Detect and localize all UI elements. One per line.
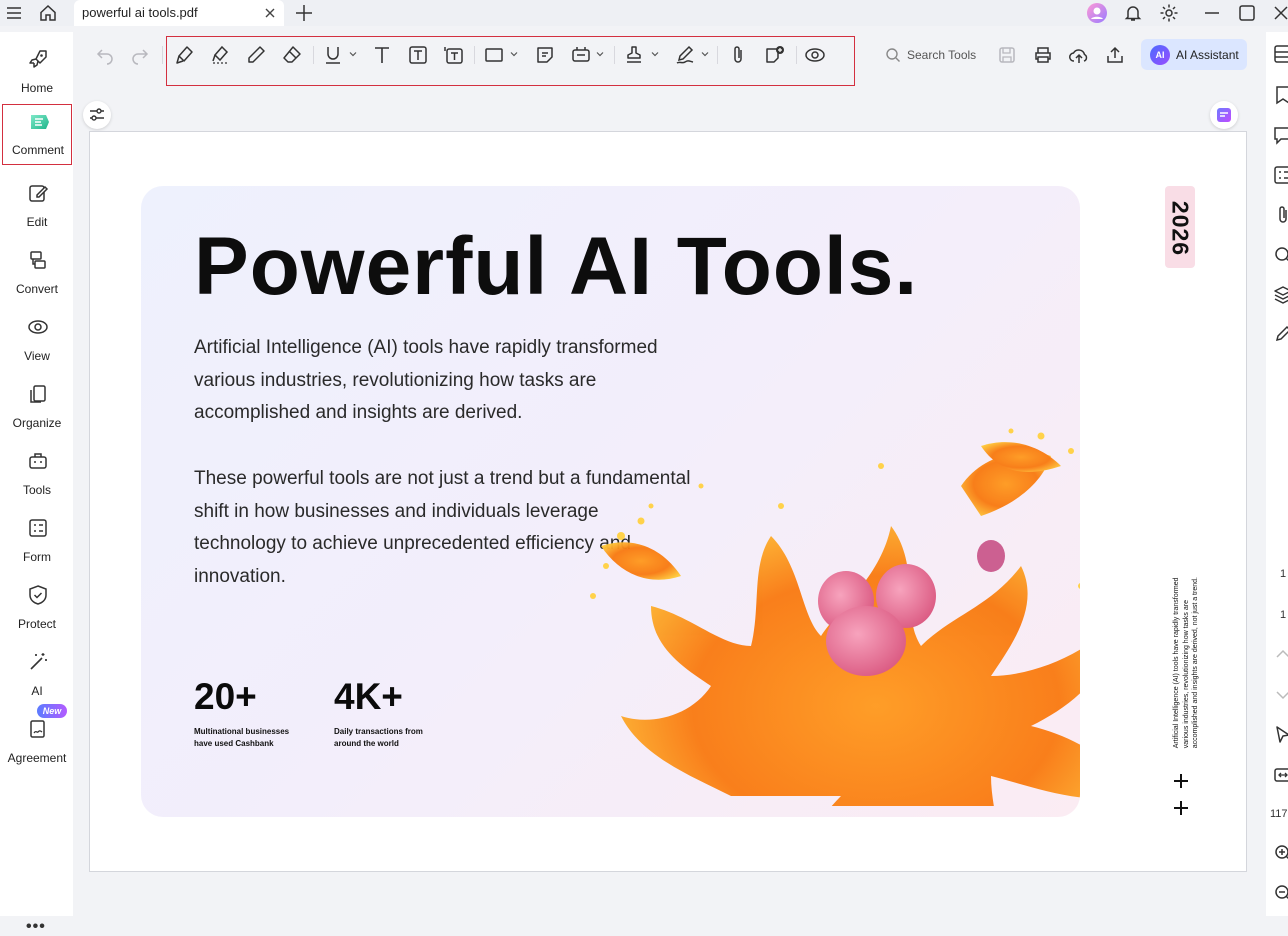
zoom-level[interactable]: 117 bbox=[1270, 808, 1288, 820]
sidebar-item-home[interactable]: Home bbox=[2, 38, 72, 102]
notes-icon bbox=[1215, 106, 1233, 124]
zoom-out-icon[interactable] bbox=[1272, 882, 1288, 904]
comment-icon bbox=[28, 110, 50, 132]
sidebar-item-label: Form bbox=[23, 550, 51, 564]
layers-panel-icon[interactable] bbox=[1272, 284, 1288, 306]
side-caption: Artificial Intelligence (AI) tools have … bbox=[1172, 577, 1199, 749]
sidebar-item-form[interactable]: Form bbox=[2, 507, 72, 571]
convert-icon bbox=[27, 249, 49, 271]
ai-badge-icon: AI bbox=[1150, 44, 1170, 65]
sidebar-item-label: Convert bbox=[15, 282, 59, 296]
total-page-number: 1 bbox=[1280, 609, 1287, 621]
cloud-upload-button[interactable] bbox=[1066, 42, 1092, 68]
side-caption-block: Artificial Intelligence (AI) tools have … bbox=[1171, 569, 1288, 748]
new-badge: New bbox=[37, 704, 67, 718]
minimize-icon[interactable] bbox=[1201, 2, 1223, 24]
new-tab-icon[interactable] bbox=[293, 2, 315, 24]
save-button[interactable] bbox=[994, 42, 1020, 68]
signature-panel-icon[interactable] bbox=[1272, 324, 1288, 346]
hero-card: Powerful AI Tools. Artificial Intelligen… bbox=[141, 186, 1080, 817]
sidebar-item-label: Agreement bbox=[7, 751, 67, 765]
stat-value: 20+ bbox=[194, 676, 257, 717]
fit-page-icon[interactable] bbox=[1272, 764, 1288, 786]
sidebar-item-view[interactable]: View bbox=[2, 306, 72, 370]
view-icon bbox=[27, 316, 49, 338]
thumbnails-icon[interactable] bbox=[1272, 43, 1288, 65]
right-panel-strip bbox=[1266, 32, 1288, 916]
organize-icon bbox=[27, 383, 49, 405]
sidebar-item-label: Home bbox=[20, 81, 53, 95]
toolbox-icon bbox=[27, 450, 49, 472]
zoom-in-icon[interactable] bbox=[1272, 842, 1288, 864]
sidebar-item-edit[interactable]: Edit bbox=[2, 172, 72, 236]
chevron-up-icon[interactable] bbox=[1272, 643, 1288, 665]
display-settings-button[interactable] bbox=[83, 101, 111, 129]
sidebar-item-comment[interactable]: Comment bbox=[2, 104, 72, 165]
intro-paragraph: Artificial Intelligence (AI) tools have … bbox=[194, 337, 658, 423]
sidebar-item-label: Protect bbox=[17, 617, 56, 631]
share-button[interactable] bbox=[1102, 42, 1128, 68]
pdf-page[interactable]: Powerful AI Tools. Artificial Intelligen… bbox=[89, 131, 1247, 872]
sidebar-item-label: Organize bbox=[12, 416, 62, 430]
year-label: 2026 bbox=[1167, 200, 1194, 257]
avatar[interactable] bbox=[1086, 2, 1108, 24]
redo-button[interactable] bbox=[127, 42, 153, 68]
plus-icon bbox=[1174, 801, 1188, 815]
comments-panel-icon[interactable] bbox=[1272, 124, 1288, 146]
sliders-icon bbox=[88, 106, 106, 124]
sidebar-item-protect[interactable]: Protect bbox=[2, 574, 72, 638]
sidebar-item-label: AI bbox=[31, 684, 43, 698]
rocket-icon bbox=[27, 48, 49, 70]
shield-icon bbox=[27, 584, 49, 606]
bell-icon[interactable] bbox=[1122, 2, 1144, 24]
undo-button[interactable] bbox=[92, 42, 118, 68]
page-title: Powerful AI Tools. bbox=[194, 221, 919, 312]
sidebar-item-label: View bbox=[24, 349, 50, 363]
print-button[interactable] bbox=[1030, 42, 1056, 68]
stat-caption: Multinational businesses have used Cashb… bbox=[194, 727, 290, 748]
bookmark-icon[interactable] bbox=[1272, 84, 1288, 106]
tab-title: powerful ai tools.pdf bbox=[82, 5, 198, 20]
ai-assistant-label: AI Assistant bbox=[1176, 47, 1239, 62]
coral-illustration bbox=[590, 428, 1080, 806]
gear-icon[interactable] bbox=[1158, 2, 1180, 24]
fields-panel-icon[interactable] bbox=[1272, 164, 1288, 186]
title-bar: powerful ai tools.pdf bbox=[0, 0, 1288, 26]
ai-assistant-button[interactable]: AI AI Assistant bbox=[1141, 39, 1247, 70]
plus-icon bbox=[1174, 774, 1188, 788]
search-tools[interactable]: Search Tools bbox=[885, 45, 976, 65]
stat-caption: Daily transactions from around the world bbox=[334, 727, 423, 748]
stat-value: 4K+ bbox=[334, 676, 403, 717]
form-icon bbox=[27, 517, 49, 539]
maximize-icon[interactable] bbox=[1236, 2, 1258, 24]
select-cursor-icon[interactable] bbox=[1272, 724, 1288, 746]
notes-button[interactable] bbox=[1210, 101, 1238, 129]
sidebar-item-label: Comment bbox=[11, 143, 64, 157]
search-panel-icon[interactable] bbox=[1272, 244, 1288, 266]
document-tab[interactable]: powerful ai tools.pdf bbox=[74, 0, 284, 26]
sidebar-item-convert[interactable]: Convert bbox=[2, 239, 72, 303]
close-window-icon[interactable] bbox=[1270, 2, 1288, 24]
sidebar-item-ai[interactable]: AI bbox=[2, 641, 72, 705]
attachments-panel-icon[interactable] bbox=[1272, 204, 1288, 226]
more-options-button[interactable]: ••• bbox=[26, 918, 46, 936]
search-icon bbox=[885, 47, 901, 63]
left-sidebar: Home Comment Edit Convert View Organize … bbox=[0, 32, 73, 935]
sidebar-item-label: Edit bbox=[26, 215, 48, 229]
close-tab-icon[interactable] bbox=[262, 5, 278, 21]
year-tag: 2026 bbox=[1165, 186, 1195, 268]
menu-icon[interactable] bbox=[3, 2, 25, 24]
home-icon[interactable] bbox=[37, 2, 59, 24]
toolbar-highlight-frame bbox=[166, 36, 855, 86]
edit-icon bbox=[27, 182, 49, 204]
agreement-icon bbox=[27, 718, 49, 740]
sidebar-item-organize[interactable]: Organize bbox=[2, 373, 72, 437]
search-tools-label: Search Tools bbox=[907, 48, 977, 62]
sidebar-item-tools[interactable]: Tools bbox=[2, 440, 72, 504]
magic-wand-icon bbox=[27, 651, 49, 673]
chevron-down-icon[interactable] bbox=[1272, 684, 1288, 706]
sidebar-item-label: Tools bbox=[22, 483, 51, 497]
